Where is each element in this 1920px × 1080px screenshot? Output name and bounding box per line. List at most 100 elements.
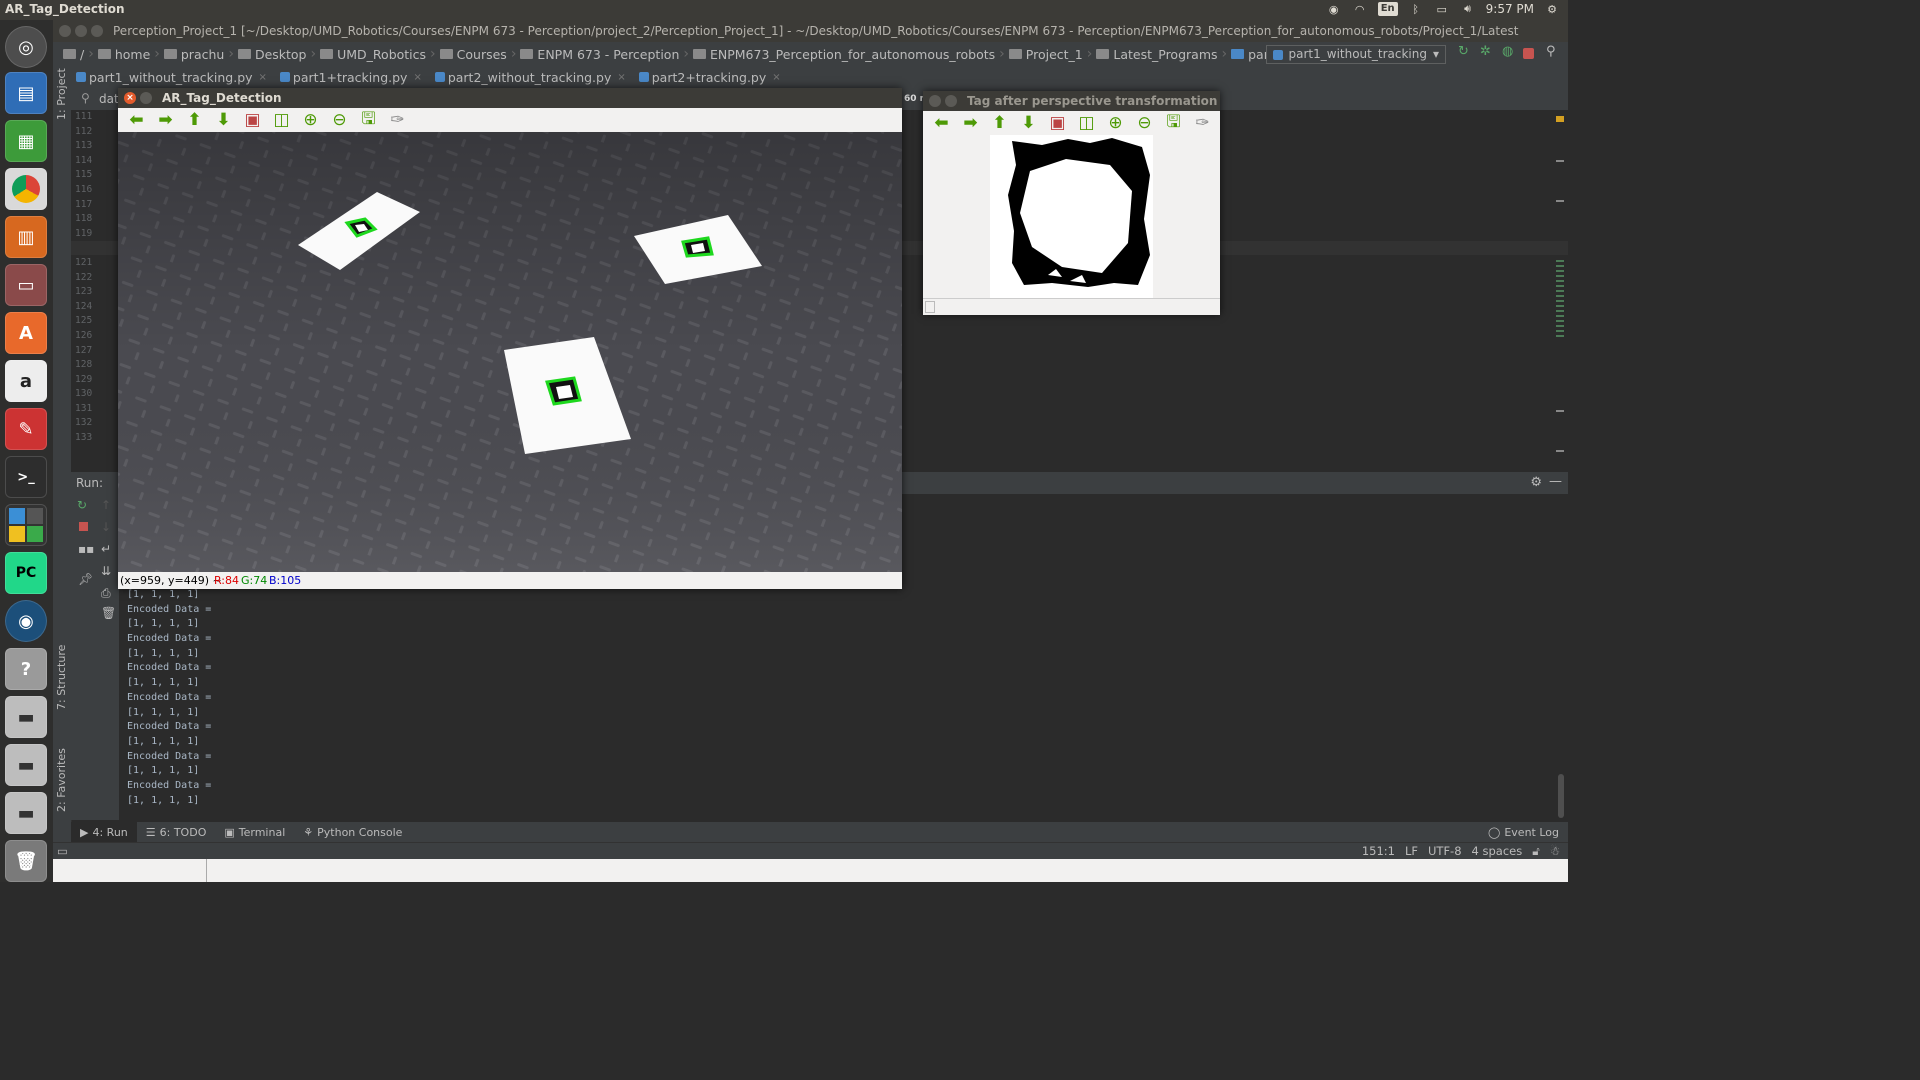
console-scrollbar[interactable] — [1558, 774, 1564, 818]
indent-setting[interactable]: 4 spaces — [1472, 844, 1523, 859]
pycharm-icon[interactable]: PC — [5, 552, 47, 594]
close-icon[interactable]: × — [413, 72, 421, 83]
files-icon[interactable]: ▭ — [5, 264, 47, 306]
close-window-button[interactable] — [59, 25, 71, 37]
writer-icon[interactable]: ▤ — [5, 72, 47, 114]
impress-icon[interactable]: ▥ — [5, 216, 47, 258]
cursor-position[interactable]: 151:1 — [1362, 844, 1395, 859]
gear-icon[interactable]: ⚙ — [1530, 475, 1542, 490]
pan-down-icon[interactable]: ⬇ — [209, 109, 238, 131]
tab-part1-without-tracking[interactable]: part1_without_tracking.py × — [71, 66, 275, 88]
dash-home-icon[interactable]: ◎ — [5, 26, 47, 68]
keyboard-language[interactable]: En — [1377, 2, 1398, 16]
pin-icon[interactable]: 📌︎ — [78, 572, 93, 586]
breadcrumb-item[interactable]: / — [59, 47, 88, 62]
scroll-end-icon[interactable]: ⇊ — [101, 564, 111, 578]
workspaces-icon[interactable] — [5, 504, 47, 546]
terminal-tool-button[interactable]: ▣ Terminal — [215, 826, 294, 839]
warped-tag-image[interactable] — [990, 135, 1153, 298]
breadcrumb-item[interactable]: prachu — [160, 47, 228, 62]
drive-icon[interactable]: ▬ — [5, 696, 47, 738]
todo-tool-button[interactable]: ☰ 6: TODO — [137, 826, 216, 839]
hide-panel-icon[interactable]: — — [1549, 474, 1562, 489]
breadcrumb-item[interactable]: Desktop — [234, 47, 311, 62]
close-icon[interactable]: × — [617, 72, 625, 83]
rerun-icon[interactable]: ↻ — [1458, 44, 1472, 59]
inspector-icon[interactable]: ☃ — [1550, 844, 1560, 859]
pan-left-icon[interactable]: ⬅ — [927, 112, 956, 134]
pan-up-icon[interactable]: ⬆ — [180, 109, 209, 131]
software-center-icon[interactable]: A — [5, 312, 47, 354]
console-output[interactable]: [1, 1, 1, 1] Encoded Data = [1, 1, 1, 1] En… — [127, 588, 211, 808]
line-separator[interactable]: LF — [1405, 844, 1418, 859]
toggle-tool-windows-icon[interactable]: ▭ — [57, 844, 68, 858]
gear-icon[interactable]: ⚙ — [1544, 1, 1560, 17]
zoom-in-icon[interactable]: ⊕ — [296, 109, 325, 131]
zoom-in-icon[interactable]: ⊕ — [1101, 112, 1130, 134]
lock-icon[interactable]: 🔓︎ — [1532, 844, 1539, 859]
volume-icon[interactable]: 🔊︎ — [1460, 1, 1476, 17]
file-encoding[interactable]: UTF-8 — [1428, 844, 1462, 859]
pan-right-icon[interactable]: ➡ — [151, 109, 180, 131]
tab-part1-tracking[interactable]: part1+tracking.py × — [275, 66, 430, 88]
maximize-window-button[interactable] — [91, 25, 103, 37]
drive-icon-3[interactable]: ▬ — [5, 792, 47, 834]
properties-icon[interactable]: ✑ — [1188, 112, 1217, 134]
run-config-select[interactable]: part1_without_tracking ▾ — [1265, 45, 1446, 64]
soft-wrap-icon[interactable]: ↵ — [101, 542, 111, 556]
pan-down-icon[interactable]: ⬇ — [1014, 112, 1043, 134]
coverage-icon[interactable]: ◍ — [1502, 44, 1516, 59]
stop-icon[interactable] — [79, 522, 88, 531]
breadcrumb-item[interactable]: Project_1 — [1005, 47, 1087, 62]
minimize-window-button[interactable] — [75, 25, 87, 37]
breadcrumb-item[interactable]: UMD_Robotics — [316, 47, 430, 62]
trash-icon[interactable]: 🗑︎ — [101, 606, 116, 620]
close-icon[interactable]: × — [124, 92, 136, 104]
layout-icon[interactable]: ▪▪ — [78, 542, 94, 556]
arrow-up-icon[interactable]: ↑ — [101, 498, 111, 512]
calc-icon[interactable]: ▦ — [5, 120, 47, 162]
project-tool-tab[interactable]: 1: Project — [55, 68, 68, 120]
python-console-tool-button[interactable]: ⚘ Python Console — [294, 826, 411, 839]
breadcrumb-item[interactable]: home — [94, 47, 154, 62]
minimize-icon[interactable] — [140, 92, 152, 104]
tab-part2-tracking[interactable]: part2+tracking.py × — [634, 66, 789, 88]
close-icon[interactable]: × — [259, 72, 267, 83]
terminal-icon[interactable]: >_ — [5, 456, 47, 498]
amazon-icon[interactable]: a — [5, 360, 47, 402]
zoom-fit-icon[interactable]: ◫ — [1072, 112, 1101, 134]
arrow-down-icon[interactable]: ↓ — [101, 520, 111, 534]
camera-frame-image[interactable] — [118, 132, 902, 572]
close-icon[interactable]: × — [772, 72, 780, 83]
event-log-button[interactable]: ◯ Event Log — [1479, 826, 1568, 839]
rerun-icon[interactable]: ↻ — [77, 498, 87, 512]
bluetooth-icon[interactable]: ᛒ — [1408, 1, 1424, 17]
clock[interactable]: 9:57 PM — [1486, 2, 1534, 16]
debug-icon[interactable]: ✲ — [1480, 44, 1494, 59]
search-input[interactable]: dat — [99, 92, 119, 106]
properties-icon[interactable]: ✑ — [383, 109, 412, 131]
trash-icon[interactable]: 🗑︎ — [5, 840, 47, 882]
pan-right-icon[interactable]: ➡ — [956, 112, 985, 134]
print-icon[interactable]: ⎙ — [101, 586, 111, 601]
zoom-out-icon[interactable]: ⊖ — [1130, 112, 1159, 134]
minimize-icon[interactable] — [945, 95, 957, 107]
favorites-tool-tab[interactable]: 2: Favorites — [55, 748, 68, 812]
breadcrumb-item[interactable]: Courses — [436, 47, 511, 62]
pan-left-icon[interactable]: ⬅ — [122, 109, 151, 131]
search-icon[interactable]: ⚲ — [1546, 44, 1560, 59]
help-icon[interactable]: ? — [5, 648, 47, 690]
run-tool-button[interactable]: ▶ 4: Run — [71, 822, 137, 842]
battery-icon[interactable]: ▭ — [1434, 1, 1450, 17]
stop-icon[interactable] — [1523, 48, 1534, 59]
close-icon[interactable] — [929, 95, 941, 107]
settings-icon[interactable]: ✎ — [5, 408, 47, 450]
breadcrumb-item[interactable]: Latest_Programs — [1092, 47, 1221, 62]
chrome-icon[interactable] — [5, 168, 47, 210]
save-icon[interactable]: 🖫︎ — [354, 109, 383, 131]
camera-app-icon[interactable]: ◉ — [5, 600, 47, 642]
pan-up-icon[interactable]: ⬆ — [985, 112, 1014, 134]
wifi-icon[interactable]: ◠ — [1352, 1, 1368, 17]
breadcrumb-item[interactable]: ENPM673_Perception_for_autonomous_robots — [689, 47, 999, 62]
zoom-fit-icon[interactable]: ◫ — [267, 109, 296, 131]
